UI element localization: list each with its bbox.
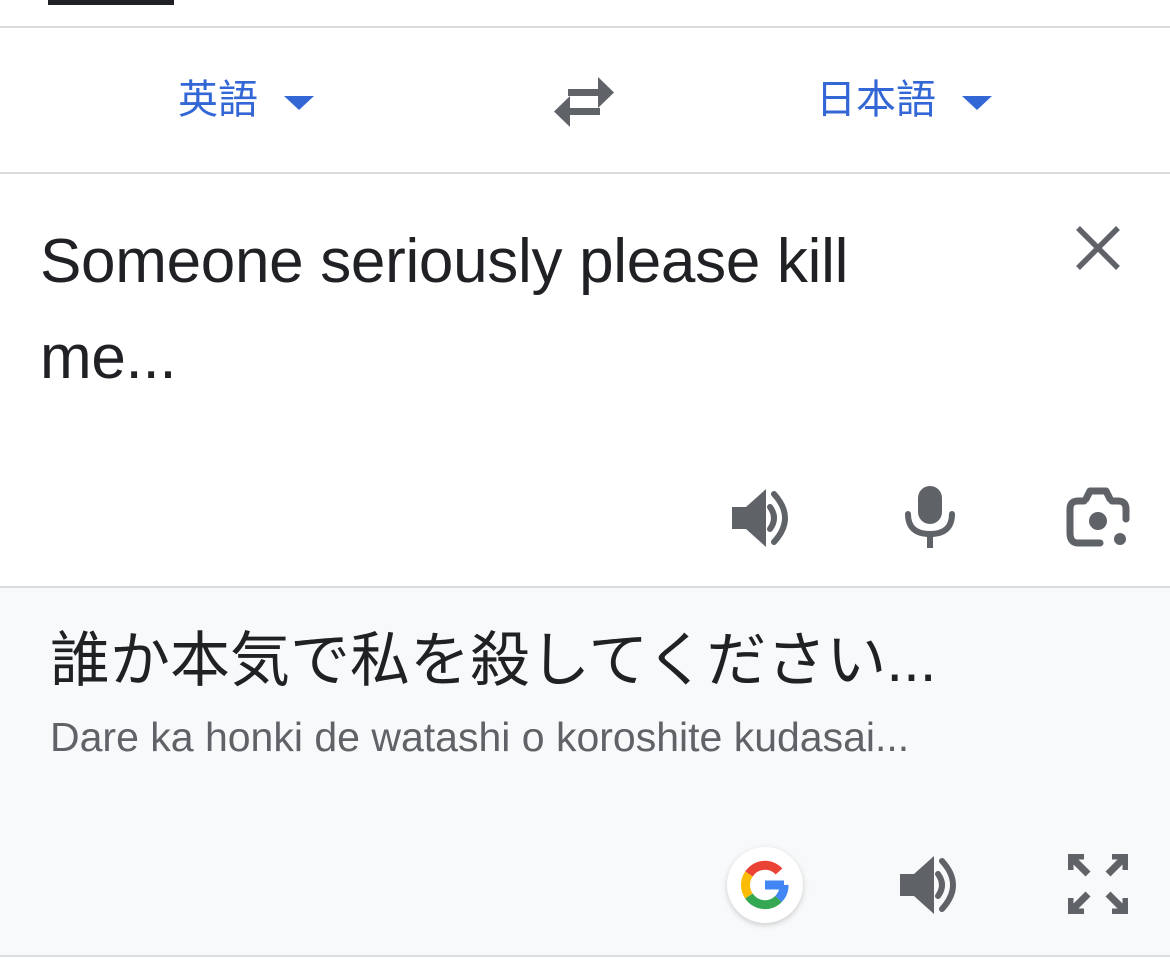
close-icon [1076, 226, 1120, 270]
source-input-panel[interactable]: Someone seriously please kill me... [0, 174, 1170, 588]
listen-source-button[interactable] [730, 488, 794, 548]
translated-text: 誰か本気で私を殺してください... [50, 627, 937, 694]
translate-screen: 英語 日本語 Someone seriously please kill me.… [0, 0, 1170, 967]
listen-translation-button[interactable] [898, 855, 962, 915]
swap-languages-button[interactable] [552, 76, 616, 128]
romanization-text: Dare ka honki de watashi o koroshite kud… [50, 714, 910, 760]
dropdown-caret-icon [962, 96, 992, 110]
swap-arrows-icon [554, 77, 614, 127]
language-bar: 英語 日本語 [0, 28, 1170, 174]
google-logo-icon [741, 860, 789, 910]
source-language-selector[interactable]: 英語 [178, 76, 314, 124]
camera-translate-button[interactable] [1066, 487, 1130, 549]
fullscreen-icon [1066, 852, 1130, 916]
fullscreen-button[interactable] [1066, 852, 1130, 916]
translation-output-panel: 誰か本気で私を殺してください... Dare ka honki de watas… [0, 588, 1170, 957]
speaker-icon [732, 489, 788, 547]
microphone-icon [905, 486, 955, 548]
speaker-icon [900, 856, 956, 914]
target-language-label: 日本語 [816, 78, 936, 122]
clear-input-button[interactable] [1070, 220, 1126, 276]
source-language-label: 英語 [178, 78, 258, 122]
target-language-selector[interactable]: 日本語 [816, 76, 992, 124]
camera-lens-icon [1066, 487, 1130, 547]
top-tab-strip [0, 0, 1170, 28]
google-search-button[interactable] [727, 847, 803, 923]
dropdown-caret-icon [284, 96, 314, 110]
voice-input-button[interactable] [903, 484, 957, 550]
source-text[interactable]: Someone seriously please kill me... [40, 214, 1000, 406]
active-tab-indicator [48, 0, 174, 5]
